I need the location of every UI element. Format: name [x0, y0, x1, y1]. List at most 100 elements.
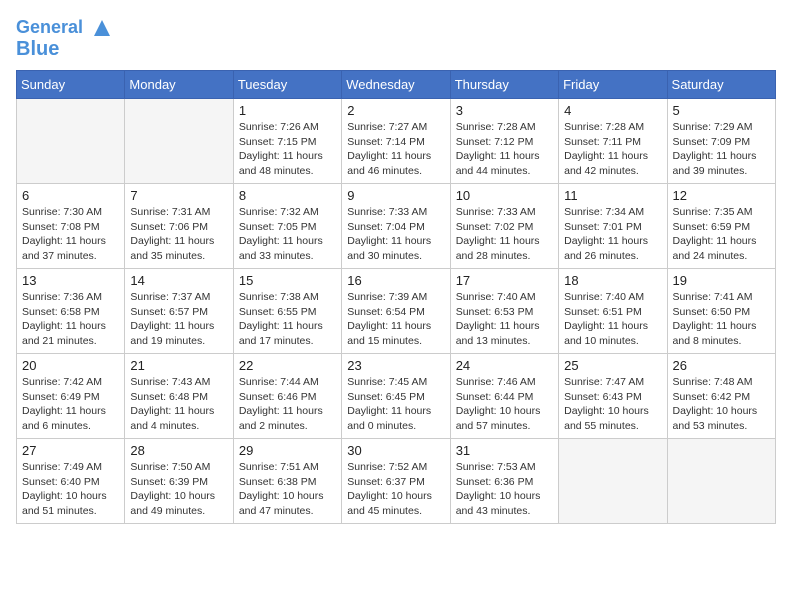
- calendar-cell: 12 Sunrise: 7:35 AM Sunset: 6:59 PM Dayli…: [667, 184, 775, 269]
- calendar-cell: 14 Sunrise: 7:37 AM Sunset: 6:57 PM Dayli…: [125, 269, 233, 354]
- calendar-cell: 31 Sunrise: 7:53 AM Sunset: 6:36 PM Dayli…: [450, 439, 558, 524]
- day-info: Sunrise: 7:42 AM Sunset: 6:49 PM Dayligh…: [22, 375, 119, 434]
- calendar-cell: 8 Sunrise: 7:32 AM Sunset: 7:05 PM Daylig…: [233, 184, 341, 269]
- calendar-cell: 21Sunrise: 7:43 AM Sunset: 6:48 PM Dayli…: [125, 354, 233, 439]
- calendar-cell: 5 Sunrise: 7:29 AM Sunset: 7:09 PM Daylig…: [667, 99, 775, 184]
- calendar-table: SundayMondayTuesdayWednesdayThursdayFrid…: [16, 70, 776, 524]
- day-number: 11: [564, 188, 661, 203]
- weekday-header-friday: Friday: [559, 71, 667, 99]
- logo-text: General: [16, 16, 114, 40]
- day-info: Sunrise: 7:41 AM Sunset: 6:50 PM Dayligh…: [673, 290, 770, 349]
- calendar-cell: [17, 99, 125, 184]
- calendar-cell: 10 Sunrise: 7:33 AM Sunset: 7:02 PM Dayli…: [450, 184, 558, 269]
- day-number: 22: [239, 358, 336, 373]
- day-info: Sunrise: 7:29 AM Sunset: 7:09 PM Dayligh…: [673, 120, 770, 179]
- calendar-week-4: 20 Sunrise: 7:42 AM Sunset: 6:49 PM Dayli…: [17, 354, 776, 439]
- calendar-cell: 6 Sunrise: 7:30 AM Sunset: 7:08 PM Daylig…: [17, 184, 125, 269]
- day-info: Sunrise: 7:39 AM Sunset: 6:54 PM Dayligh…: [347, 290, 444, 349]
- day-info: Sunrise: 7:28 AM Sunset: 7:12 PM Dayligh…: [456, 120, 553, 179]
- day-info: Sunrise: 7:27 AM Sunset: 7:14 PM Dayligh…: [347, 120, 444, 179]
- day-number: 14: [130, 273, 227, 288]
- calendar-cell: 28Sunrise: 7:50 AM Sunset: 6:39 PM Dayli…: [125, 439, 233, 524]
- day-info: Sunrise: 7:46 AM Sunset: 6:44 PM Dayligh…: [456, 375, 553, 434]
- day-info: Sunrise: 7:30 AM Sunset: 7:08 PM Dayligh…: [22, 205, 119, 264]
- day-info: Sunrise: 7:33 AM Sunset: 7:02 PM Dayligh…: [456, 205, 553, 264]
- day-info: Sunrise: 7:50 AM Sunset: 6:39 PM Dayligh…: [130, 460, 227, 519]
- weekday-header-wednesday: Wednesday: [342, 71, 450, 99]
- day-number: 26: [673, 358, 770, 373]
- day-info: Sunrise: 7:40 AM Sunset: 6:53 PM Dayligh…: [456, 290, 553, 349]
- day-info: Sunrise: 7:26 AM Sunset: 7:15 PM Dayligh…: [239, 120, 336, 179]
- day-number: 16: [347, 273, 444, 288]
- calendar-cell: 15Sunrise: 7:38 AM Sunset: 6:55 PM Dayli…: [233, 269, 341, 354]
- day-number: 7: [130, 188, 227, 203]
- calendar-cell: 3Sunrise: 7:28 AM Sunset: 7:12 PM Daylig…: [450, 99, 558, 184]
- day-info: Sunrise: 7:32 AM Sunset: 7:05 PM Dayligh…: [239, 205, 336, 264]
- day-number: 25: [564, 358, 661, 373]
- calendar-cell: 30 Sunrise: 7:52 AM Sunset: 6:37 PM Dayli…: [342, 439, 450, 524]
- weekday-header-row: SundayMondayTuesdayWednesdayThursdayFrid…: [17, 71, 776, 99]
- calendar-cell: 27Sunrise: 7:49 AM Sunset: 6:40 PM Dayli…: [17, 439, 125, 524]
- day-info: Sunrise: 7:35 AM Sunset: 6:59 PM Dayligh…: [673, 205, 770, 264]
- calendar-cell: 2Sunrise: 7:27 AM Sunset: 7:14 PM Daylig…: [342, 99, 450, 184]
- day-number: 31: [456, 443, 553, 458]
- day-number: 4: [564, 103, 661, 118]
- day-number: 23: [347, 358, 444, 373]
- calendar-cell: 26Sunrise: 7:48 AM Sunset: 6:42 PM Dayli…: [667, 354, 775, 439]
- day-info: Sunrise: 7:43 AM Sunset: 6:48 PM Dayligh…: [130, 375, 227, 434]
- calendar-week-2: 6 Sunrise: 7:30 AM Sunset: 7:08 PM Daylig…: [17, 184, 776, 269]
- day-info: Sunrise: 7:34 AM Sunset: 7:01 PM Dayligh…: [564, 205, 661, 264]
- logo-blue: Blue: [16, 38, 59, 60]
- day-info: Sunrise: 7:44 AM Sunset: 6:46 PM Dayligh…: [239, 375, 336, 434]
- weekday-header-monday: Monday: [125, 71, 233, 99]
- calendar-cell: 1Sunrise: 7:26 AM Sunset: 7:15 PM Daylig…: [233, 99, 341, 184]
- calendar-cell: [667, 439, 775, 524]
- calendar-cell: 11 Sunrise: 7:34 AM Sunset: 7:01 PM Dayli…: [559, 184, 667, 269]
- calendar-cell: 13Sunrise: 7:36 AM Sunset: 6:58 PM Dayli…: [17, 269, 125, 354]
- day-number: 8: [239, 188, 336, 203]
- logo-icon: [90, 16, 114, 40]
- day-info: Sunrise: 7:53 AM Sunset: 6:36 PM Dayligh…: [456, 460, 553, 519]
- calendar-cell: 4 Sunrise: 7:28 AM Sunset: 7:11 PM Daylig…: [559, 99, 667, 184]
- day-info: Sunrise: 7:28 AM Sunset: 7:11 PM Dayligh…: [564, 120, 661, 179]
- day-info: Sunrise: 7:37 AM Sunset: 6:57 PM Dayligh…: [130, 290, 227, 349]
- day-info: Sunrise: 7:40 AM Sunset: 6:51 PM Dayligh…: [564, 290, 661, 349]
- day-number: 20: [22, 358, 119, 373]
- day-number: 19: [673, 273, 770, 288]
- day-info: Sunrise: 7:51 AM Sunset: 6:38 PM Dayligh…: [239, 460, 336, 519]
- calendar-cell: 20 Sunrise: 7:42 AM Sunset: 6:49 PM Dayli…: [17, 354, 125, 439]
- calendar-cell: 22 Sunrise: 7:44 AM Sunset: 6:46 PM Dayli…: [233, 354, 341, 439]
- day-number: 12: [673, 188, 770, 203]
- calendar-cell: 24 Sunrise: 7:46 AM Sunset: 6:44 PM Dayli…: [450, 354, 558, 439]
- day-number: 29: [239, 443, 336, 458]
- calendar-cell: 17 Sunrise: 7:40 AM Sunset: 6:53 PM Dayli…: [450, 269, 558, 354]
- calendar-cell: 18 Sunrise: 7:40 AM Sunset: 6:51 PM Dayli…: [559, 269, 667, 354]
- day-number: 6: [22, 188, 119, 203]
- weekday-header-saturday: Saturday: [667, 71, 775, 99]
- calendar-cell: 29 Sunrise: 7:51 AM Sunset: 6:38 PM Dayli…: [233, 439, 341, 524]
- calendar-cell: [559, 439, 667, 524]
- calendar-week-1: 1Sunrise: 7:26 AM Sunset: 7:15 PM Daylig…: [17, 99, 776, 184]
- page-header: General Blue: [16, 16, 776, 60]
- calendar-cell: 9Sunrise: 7:33 AM Sunset: 7:04 PM Daylig…: [342, 184, 450, 269]
- day-number: 30: [347, 443, 444, 458]
- calendar-cell: 16 Sunrise: 7:39 AM Sunset: 6:54 PM Dayli…: [342, 269, 450, 354]
- calendar-cell: 7 Sunrise: 7:31 AM Sunset: 7:06 PM Daylig…: [125, 184, 233, 269]
- day-info: Sunrise: 7:33 AM Sunset: 7:04 PM Dayligh…: [347, 205, 444, 264]
- calendar-cell: 23 Sunrise: 7:45 AM Sunset: 6:45 PM Dayli…: [342, 354, 450, 439]
- day-info: Sunrise: 7:52 AM Sunset: 6:37 PM Dayligh…: [347, 460, 444, 519]
- day-number: 17: [456, 273, 553, 288]
- calendar-cell: 19 Sunrise: 7:41 AM Sunset: 6:50 PM Dayli…: [667, 269, 775, 354]
- day-info: Sunrise: 7:31 AM Sunset: 7:06 PM Dayligh…: [130, 205, 227, 264]
- day-number: 24: [456, 358, 553, 373]
- day-number: 10: [456, 188, 553, 203]
- day-number: 13: [22, 273, 119, 288]
- day-info: Sunrise: 7:45 AM Sunset: 6:45 PM Dayligh…: [347, 375, 444, 434]
- day-info: Sunrise: 7:47 AM Sunset: 6:43 PM Dayligh…: [564, 375, 661, 434]
- calendar-week-3: 13Sunrise: 7:36 AM Sunset: 6:58 PM Dayli…: [17, 269, 776, 354]
- day-number: 27: [22, 443, 119, 458]
- day-number: 18: [564, 273, 661, 288]
- logo: General Blue: [16, 16, 114, 60]
- day-number: 5: [673, 103, 770, 118]
- weekday-header-tuesday: Tuesday: [233, 71, 341, 99]
